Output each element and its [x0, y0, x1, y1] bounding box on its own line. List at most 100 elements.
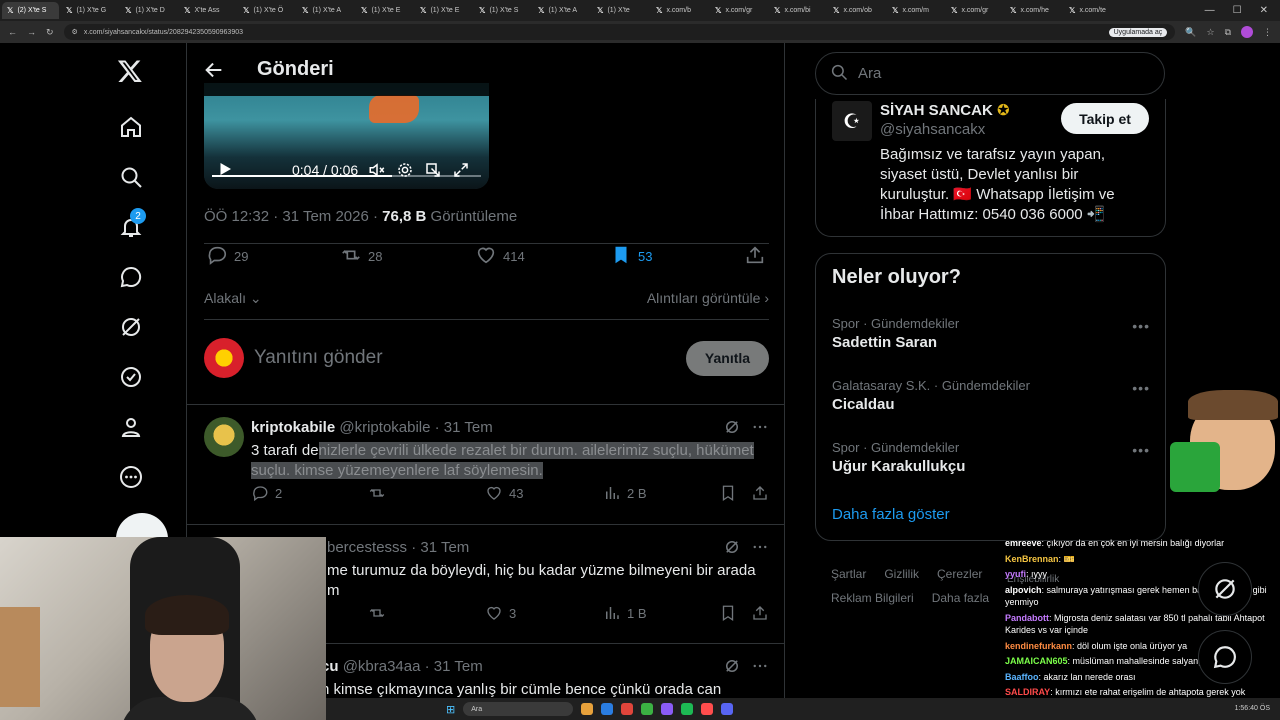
more-options-icon[interactable]: ••• — [1132, 380, 1150, 396]
profile-name[interactable]: SİYAH SANCAK ✪ — [880, 101, 1010, 119]
profile-handle[interactable]: @siyahsancakx — [880, 121, 985, 138]
more-options-icon[interactable]: ••• — [1132, 442, 1150, 458]
windows-start-icon[interactable]: ⊞ — [446, 703, 455, 716]
browser-tab[interactable]: 𝕏 (1) X'te D — [120, 2, 177, 19]
grok-icon[interactable] — [723, 538, 741, 556]
browser-tab[interactable]: 𝕏 (1) X'te E — [415, 2, 472, 19]
bookmark-icon[interactable] — [719, 604, 737, 622]
back-nav-icon[interactable]: ← — [8, 27, 17, 37]
address-bar[interactable]: ⚙ x.com/siyahsancakx/status/208294235059… — [63, 24, 1176, 40]
repost-action[interactable] — [368, 484, 386, 502]
messages-icon[interactable] — [118, 264, 144, 290]
taskbar-app-icon[interactable] — [581, 703, 594, 715]
bookmark-icon[interactable] — [719, 484, 737, 502]
reply-author-handle[interactable]: @kbra34aa · 31 Tem — [343, 658, 483, 675]
show-more-link[interactable]: Daha fazla göster — [832, 506, 950, 523]
browser-tab[interactable]: 𝕏 X'te Ass — [179, 2, 236, 19]
forward-nav-icon[interactable]: → — [27, 27, 36, 37]
more-options-icon[interactable] — [751, 657, 769, 675]
search-icon[interactable] — [118, 164, 144, 190]
share-action[interactable] — [744, 244, 766, 269]
trend-item[interactable]: Galatasaray S.K. · Gündemdekiler Cicalda… — [832, 378, 1150, 413]
more-options-icon[interactable]: ••• — [1132, 318, 1150, 334]
profile-avatar[interactable] — [1241, 26, 1253, 38]
post-timestamp[interactable]: ÖÖ 12:32 · 31 Tem 2026 · — [204, 208, 382, 225]
taskbar-search[interactable]: Ara — [463, 702, 574, 716]
repost-action[interactable]: 28 — [340, 244, 382, 269]
picture-in-picture-icon[interactable] — [424, 161, 442, 179]
reply-tweet[interactable]: kriptokabile @kriptokabile · 31 Tem 3 ta… — [187, 404, 784, 521]
reply-action[interactable]: 29 — [206, 244, 248, 269]
reply-submit-button[interactable]: Yanıtla — [686, 340, 769, 376]
view-quotes-link[interactable]: Alıntıları görüntüle › — [647, 290, 769, 307]
bookmark-action[interactable]: 53 — [610, 244, 652, 269]
taskbar-app-icon[interactable] — [701, 703, 714, 715]
browser-tab[interactable]: 𝕏x.com/b — [651, 2, 708, 19]
maximize-icon[interactable]: ☐ — [1233, 5, 1242, 16]
browser-tab[interactable]: 𝕏x.com/he — [1005, 2, 1062, 19]
zoom-icon[interactable]: 🔍 — [1185, 27, 1196, 38]
volume-icon[interactable] — [368, 161, 386, 179]
footer-link-cookies[interactable]: Çerezler — [937, 567, 982, 581]
browser-tab[interactable]: 𝕏x.com/gr — [946, 2, 1003, 19]
fullscreen-icon[interactable] — [452, 161, 470, 179]
repost-action[interactable] — [368, 604, 386, 622]
browser-tab[interactable]: 𝕏x.com/gr — [710, 2, 767, 19]
follow-button[interactable]: Takip et — [1061, 103, 1149, 134]
related-dropdown[interactable]: Alakalı ⌄ — [204, 290, 262, 307]
close-window-icon[interactable]: ✕ — [1260, 5, 1268, 16]
reply-author-handle[interactable]: @kriptokabile · 31 Tem — [339, 419, 492, 436]
x-logo-icon[interactable] — [116, 57, 144, 85]
taskbar-app-icon[interactable] — [621, 703, 634, 715]
minimize-icon[interactable]: — — [1205, 5, 1215, 16]
trend-item[interactable]: Spor · Gündemdekiler Uğur Karakullukçu •… — [832, 440, 1150, 475]
open-in-app-button[interactable]: Uygulamada aç — [1108, 27, 1168, 37]
site-info-icon[interactable]: ⚙ — [72, 28, 78, 36]
taskbar-app-icon[interactable] — [661, 703, 674, 715]
menu-icon[interactable]: ⋮ — [1263, 27, 1272, 38]
bookmark-star-icon[interactable]: ☆ — [1206, 27, 1214, 38]
settings-gear-icon[interactable] — [396, 161, 414, 179]
footer-link-terms[interactable]: Şartlar — [831, 567, 866, 581]
reply-avatar[interactable] — [204, 417, 244, 457]
grok-icon[interactable] — [723, 657, 741, 675]
reply-author-name[interactable]: kriptokabile — [251, 419, 335, 436]
like-action[interactable]: 3 — [485, 604, 516, 622]
taskbar-app-icon[interactable] — [601, 703, 614, 715]
profile-icon[interactable] — [118, 414, 144, 440]
verified-icon[interactable] — [118, 364, 144, 390]
trend-item[interactable]: Spor · Gündemdekiler Sadettin Saran ••• — [832, 316, 1150, 351]
user-avatar[interactable] — [204, 338, 244, 378]
extensions-icon[interactable]: ⧉ — [1225, 27, 1231, 38]
browser-tab[interactable]: 𝕏x.com/bi — [769, 2, 826, 19]
footer-link-ads-info[interactable]: Reklam Bilgileri — [831, 591, 914, 605]
reply-author-handle[interactable]: bercestesss · 31 Tem — [327, 539, 469, 556]
reload-icon[interactable]: ↻ — [46, 27, 54, 38]
taskbar-app-icon[interactable] — [721, 703, 734, 715]
search-input[interactable]: Ara — [815, 52, 1165, 95]
browser-tab[interactable]: 𝕏 (1) X'te E — [356, 2, 413, 19]
grok-floating-button[interactable] — [1198, 562, 1252, 616]
share-icon[interactable] — [751, 484, 769, 502]
like-action[interactable]: 414 — [475, 244, 525, 269]
share-icon[interactable] — [751, 604, 769, 622]
browser-tab[interactable]: 𝕏x.com/te — [1064, 2, 1121, 19]
footer-link-privacy[interactable]: Gizlilik — [884, 567, 919, 581]
like-action[interactable]: 43 — [485, 484, 523, 502]
browser-tab[interactable]: 𝕏x.com/m — [887, 2, 944, 19]
browser-tab[interactable]: 𝕏x.com/ob — [828, 2, 885, 19]
more-options-icon[interactable] — [751, 418, 769, 436]
more-options-icon[interactable] — [118, 464, 144, 490]
browser-tab[interactable]: 𝕏 (2) X'te S — [2, 2, 59, 19]
views-action[interactable]: 1 B — [603, 604, 647, 622]
browser-tab[interactable]: 𝕏 (1) X'te G — [61, 2, 118, 19]
grok-icon[interactable] — [118, 314, 144, 340]
browser-tab[interactable]: 𝕏 (1) X'te Ö — [238, 2, 295, 19]
reply-action[interactable]: 2 — [251, 484, 282, 502]
views-action[interactable]: 2 B — [603, 484, 647, 502]
more-options-icon[interactable] — [751, 538, 769, 556]
footer-link-more[interactable]: Daha fazla — [932, 591, 989, 605]
browser-tab[interactable]: 𝕏 (1) X'te — [592, 2, 649, 19]
taskbar-app-icon[interactable] — [641, 703, 654, 715]
reply-input[interactable]: Yanıtını gönder — [254, 347, 383, 369]
